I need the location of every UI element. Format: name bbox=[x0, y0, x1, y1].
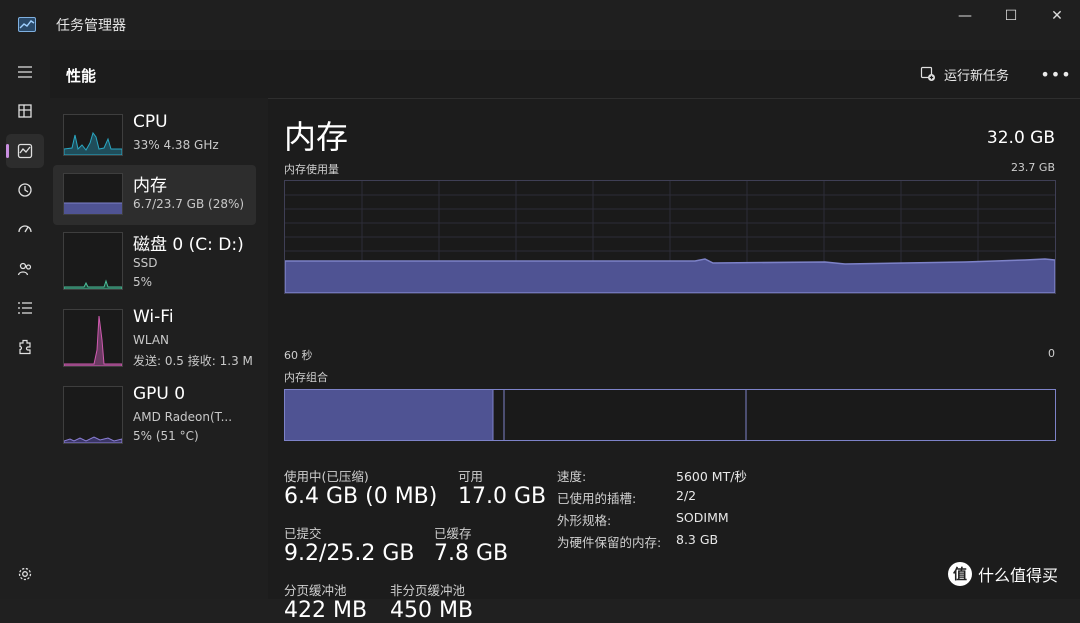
watermark-text: 什么值得买 bbox=[978, 566, 1059, 585]
nav-details[interactable] bbox=[6, 291, 44, 325]
cpu-thumbnail-graph bbox=[63, 114, 123, 156]
in-use-label: 使用中(已压缩) bbox=[284, 469, 369, 484]
in-use-value: 6.4 GB (0 MB) bbox=[284, 484, 438, 509]
nav-startup[interactable] bbox=[6, 212, 44, 246]
resource-detail-2: 5% bbox=[133, 275, 153, 289]
details-icon bbox=[18, 302, 32, 314]
memory-title: 内存 bbox=[284, 118, 349, 156]
memory-composition-bar bbox=[284, 389, 1056, 441]
memory-thumbnail-graph bbox=[63, 173, 123, 215]
usage-graph-max: 23.7 GB bbox=[1010, 161, 1055, 174]
menu-button[interactable] bbox=[6, 55, 44, 89]
cached-label: 已缓存 bbox=[434, 526, 472, 541]
startup-icon bbox=[18, 225, 32, 233]
resource-name: 内存 bbox=[133, 176, 167, 196]
users-icon bbox=[17, 262, 32, 276]
run-task-icon bbox=[920, 66, 935, 81]
resource-detail-2: 发送: 0.5 接收: 1.3 M bbox=[133, 354, 253, 368]
watermark-logo-icon: 值 bbox=[948, 562, 972, 586]
disk-thumbnail-graph bbox=[63, 232, 123, 290]
gear-icon bbox=[18, 567, 32, 581]
page-title: 性能 bbox=[66, 67, 97, 85]
services-icon bbox=[19, 339, 31, 355]
paged-pool-label: 分页缓冲池 bbox=[284, 583, 347, 598]
available-value: 17.0 GB bbox=[458, 484, 547, 509]
nonpaged-pool-value: 450 MB bbox=[390, 598, 474, 623]
graph-time-left: 60 秒 bbox=[284, 349, 313, 362]
memory-detail-panel: 内存 32.0 GB 内存使用量 23.7 GB 60 秒 0 内存组合 使用中… bbox=[284, 98, 1074, 623]
run-new-task-button[interactable]: 运行新任务 bbox=[920, 60, 1009, 88]
minimize-icon: — bbox=[958, 8, 972, 24]
spec-key: 已使用的插槽: bbox=[557, 491, 637, 506]
nonpaged-pool-label: 非分页缓冲池 bbox=[390, 583, 466, 598]
resource-detail-2: 5% (51 °C) bbox=[133, 429, 199, 443]
resource-gpu[interactable]: GPU 0 AMD Radeon(T... 5% (51 °C) bbox=[53, 378, 256, 444]
run-new-task-label: 运行新任务 bbox=[944, 68, 1010, 84]
composition-label: 内存组合 bbox=[284, 371, 328, 384]
spec-value: 2/2 bbox=[676, 488, 697, 503]
close-button[interactable]: ✕ bbox=[1034, 0, 1080, 32]
resource-wifi[interactable]: Wi-Fi WLAN 发送: 0.5 接收: 1.3 M bbox=[53, 301, 256, 368]
nav-performance[interactable] bbox=[6, 134, 44, 168]
paged-pool-value: 422 MB bbox=[284, 598, 368, 623]
cached-value: 7.8 GB bbox=[434, 541, 509, 566]
more-options-button[interactable]: ••• bbox=[1040, 60, 1070, 88]
available-label: 可用 bbox=[458, 469, 484, 484]
resource-name: 磁盘 0 (C: D:) bbox=[133, 235, 244, 255]
main-area: 性能 运行新任务 ••• CPU 33% 4.38 GHz 内存 6.7/23.… bbox=[50, 50, 1080, 623]
processes-icon bbox=[18, 104, 32, 118]
spec-key: 速度: bbox=[557, 469, 587, 484]
committed-value: 9.2/25.2 GB bbox=[284, 541, 415, 566]
committed-label: 已提交 bbox=[284, 526, 322, 541]
graph-time-right: 0 bbox=[1048, 347, 1055, 360]
watermark: 值 什么值得买 bbox=[948, 562, 1058, 586]
resource-disk[interactable]: 磁盘 0 (C: D:) SSD 5% bbox=[53, 224, 256, 290]
resource-detail: WLAN bbox=[133, 333, 170, 347]
spec-value: 5600 MT/秒 bbox=[676, 469, 747, 484]
memory-usage-graph bbox=[284, 180, 1056, 294]
task-manager-app-icon bbox=[18, 17, 36, 32]
resource-memory[interactable]: 内存 6.7/23.7 GB (28%) bbox=[53, 165, 256, 225]
close-icon: ✕ bbox=[1051, 8, 1063, 24]
wifi-thumbnail-graph bbox=[63, 309, 123, 367]
nav-processes[interactable] bbox=[6, 94, 44, 128]
resource-cpu[interactable]: CPU 33% 4.38 GHz bbox=[53, 106, 256, 166]
title-bar: 任务管理器 — ☐ ✕ bbox=[0, 0, 1080, 50]
spec-value: SODIMM bbox=[676, 510, 729, 525]
spec-key: 外形规格: bbox=[557, 513, 612, 528]
performance-icon bbox=[17, 143, 33, 159]
minimize-button[interactable]: — bbox=[942, 0, 988, 32]
page-header: 性能 运行新任务 ••• bbox=[50, 50, 1080, 99]
resource-name: Wi-Fi bbox=[133, 307, 174, 327]
usage-graph-label: 内存使用量 bbox=[284, 163, 339, 176]
resource-detail: AMD Radeon(T... bbox=[133, 410, 233, 424]
memory-total: 32.0 GB bbox=[986, 128, 1055, 148]
resource-name: GPU 0 bbox=[133, 384, 186, 404]
maximize-button[interactable]: ☐ bbox=[988, 0, 1034, 32]
maximize-icon: ☐ bbox=[1004, 8, 1018, 24]
nav-app-history[interactable] bbox=[6, 173, 44, 207]
nav-users[interactable] bbox=[6, 252, 44, 286]
nav-rail bbox=[0, 50, 50, 599]
resource-detail: SSD bbox=[133, 256, 158, 270]
resource-detail: 6.7/23.7 GB (28%) bbox=[133, 197, 245, 211]
nav-services[interactable] bbox=[6, 330, 44, 364]
window-title: 任务管理器 bbox=[56, 18, 126, 34]
resource-detail: 33% 4.38 GHz bbox=[133, 138, 219, 152]
resource-list: CPU 33% 4.38 GHz 内存 6.7/23.7 GB (28%) 磁盘… bbox=[50, 98, 268, 599]
spec-value: 8.3 GB bbox=[676, 532, 719, 547]
spec-key: 为硬件保留的内存: bbox=[557, 535, 662, 550]
nav-settings[interactable] bbox=[6, 557, 44, 591]
resource-name: CPU bbox=[133, 112, 168, 132]
hamburger-icon bbox=[18, 66, 32, 78]
history-icon bbox=[18, 183, 32, 197]
gpu-thumbnail-graph bbox=[63, 386, 123, 444]
